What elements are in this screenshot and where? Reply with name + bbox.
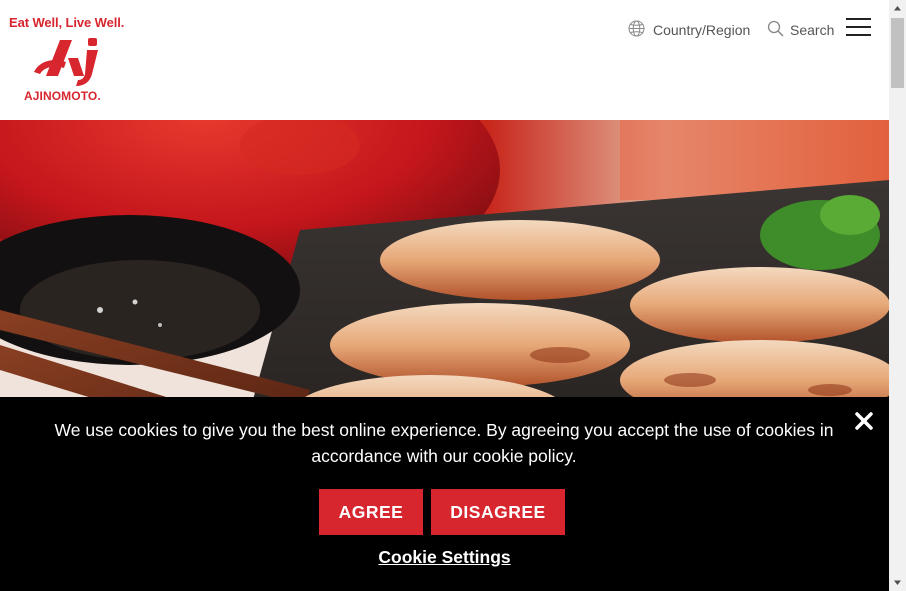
search-label: Search (790, 22, 835, 38)
logo-tagline: Eat Well, Live Well. (9, 15, 125, 30)
cookie-message: We use cookies to give you the best onli… (54, 420, 834, 466)
ajinomoto-logo[interactable]: Eat Well, Live Well. AJINOMOTO. (8, 12, 134, 104)
hamburger-menu-icon[interactable] (846, 16, 872, 38)
aj-logo-mark (34, 38, 98, 86)
close-icon[interactable] (855, 412, 873, 430)
scroll-down-arrow-icon[interactable] (889, 574, 906, 591)
vertical-scrollbar[interactable] (889, 0, 906, 591)
search-icon (767, 20, 784, 37)
disagree-button[interactable]: DISAGREE (431, 489, 565, 535)
cookie-settings-link[interactable]: Cookie Settings (0, 547, 889, 568)
agree-button[interactable]: AGREE (319, 489, 423, 535)
country-region-link[interactable]: Country/Region (628, 18, 750, 38)
search-link[interactable]: Search (767, 18, 834, 38)
scrollbar-thumb[interactable] (891, 18, 904, 88)
logo-brand-name: AJINOMOTO. (24, 89, 101, 103)
scroll-up-arrow-icon[interactable] (889, 0, 906, 17)
page: Eat Well, Live Well. AJINOMOTO. Country/… (0, 0, 889, 591)
globe-icon (628, 20, 645, 36)
site-header: Eat Well, Live Well. AJINOMOTO. Country/… (0, 0, 889, 120)
country-region-label: Country/Region (653, 22, 751, 38)
